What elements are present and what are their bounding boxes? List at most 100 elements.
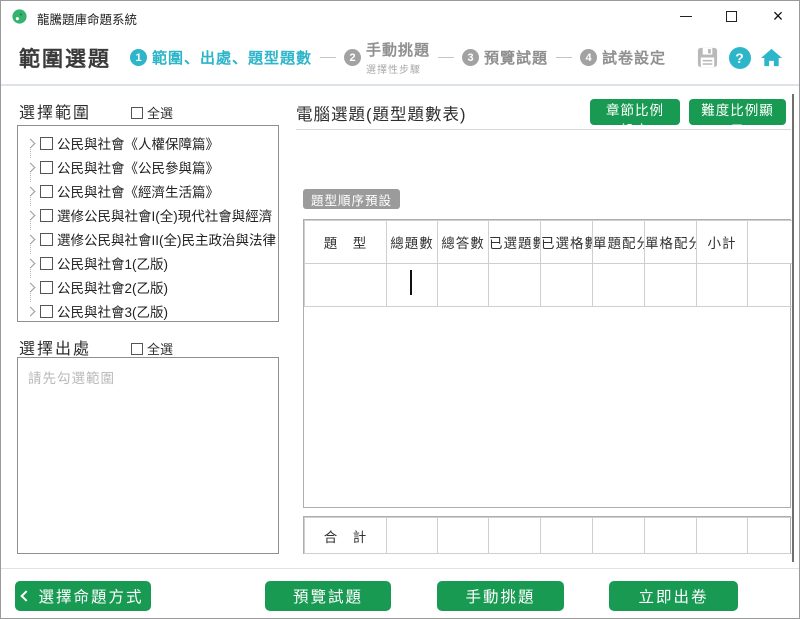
maximize-button[interactable] bbox=[709, 1, 753, 31]
tree-item-checkbox[interactable] bbox=[40, 137, 53, 150]
window-title: 龍騰題庫命題系統 bbox=[37, 9, 137, 28]
cell-question-type[interactable] bbox=[305, 264, 387, 307]
chapter-ratio-button[interactable]: 章節比例設定 bbox=[590, 99, 680, 125]
tree-item-checkbox[interactable] bbox=[40, 209, 53, 222]
col-selected-blanks: 已選格數 bbox=[541, 221, 593, 264]
step-1-label: 範圍、出處、題型題數 bbox=[152, 47, 312, 68]
footer-divider bbox=[1, 568, 799, 569]
step-2-subtitle: 選擇性步驟 bbox=[366, 61, 430, 76]
source-select-all-checkbox[interactable] bbox=[131, 343, 143, 355]
expand-chevron-icon[interactable] bbox=[26, 162, 36, 172]
tree-item-elective-2[interactable]: 選修公民與社會II(全)民主政治與法律 bbox=[25, 227, 278, 251]
tree-item-label: 公民與社會3(乙版) bbox=[57, 301, 168, 321]
step-4-paper-settings: 4 試卷設定 bbox=[580, 47, 666, 68]
tree-item-checkbox[interactable] bbox=[40, 281, 53, 294]
minimize-button[interactable] bbox=[664, 1, 708, 31]
total-label: 合 計 bbox=[305, 518, 387, 554]
save-button[interactable] bbox=[696, 46, 719, 69]
total-row: 合 計 bbox=[305, 518, 793, 554]
step-1-number: 1 bbox=[130, 49, 147, 66]
step-1-range: 1 範圍、出處、題型題數 bbox=[130, 47, 312, 68]
cell-subtotal[interactable] bbox=[697, 264, 748, 307]
manual-pick-button[interactable]: 手動挑題 bbox=[437, 581, 564, 611]
source-select-all[interactable]: 全選 bbox=[131, 339, 173, 358]
expand-chevron-icon[interactable] bbox=[26, 234, 36, 244]
app-window: 龍騰題庫命題系統 × 範圍選題 1 範圍、出處、題型題數 2 手動挑題 選擇性步… bbox=[0, 0, 800, 619]
tree-item-civics-economic-life[interactable]: 公民與社會《經濟生活篇》 bbox=[25, 179, 278, 203]
scrollbar[interactable] bbox=[792, 94, 794, 562]
tree-item-checkbox[interactable] bbox=[40, 257, 53, 270]
cell-extra[interactable] bbox=[748, 264, 793, 307]
expand-chevron-icon[interactable] bbox=[26, 138, 36, 148]
source-select-all-label: 全選 bbox=[147, 339, 173, 358]
tree-item-checkbox[interactable] bbox=[40, 185, 53, 198]
tree-item-checkbox[interactable] bbox=[40, 233, 53, 246]
tree-item-civics-participation[interactable]: 公民與社會《公民參與篇》 bbox=[25, 155, 278, 179]
right-panel-divider bbox=[296, 129, 791, 130]
col-points-per-question: 單題配分 bbox=[593, 221, 645, 264]
expand-chevron-icon[interactable] bbox=[26, 306, 36, 316]
tree-item-elective-1[interactable]: 選修公民與社會I(全)現代社會與經濟 bbox=[25, 203, 278, 227]
back-button-label: 選擇命題方式 bbox=[38, 585, 143, 607]
cell-selected-blanks[interactable] bbox=[541, 264, 593, 307]
step-3-preview: 3 預覽試題 bbox=[462, 47, 548, 68]
step-4-label: 試卷設定 bbox=[602, 47, 666, 68]
header-divider bbox=[1, 84, 799, 86]
tree-item-label: 選修公民與社會II(全)民主政治與法律 bbox=[57, 229, 276, 249]
back-to-method-button[interactable]: 選擇命題方式 bbox=[15, 581, 151, 611]
page-title: 範圍選題 bbox=[19, 43, 111, 73]
tree-item-label: 選修公民與社會I(全)現代社會與經濟 bbox=[57, 205, 272, 225]
generate-paper-button[interactable]: 立即出卷 bbox=[609, 581, 738, 611]
cell-points-per-blank[interactable] bbox=[645, 264, 697, 307]
question-type-table: 題 型 總題數 總答數 已選題數 已選格數 單題配分 單格配分 小計 bbox=[303, 219, 791, 508]
tree-item-label: 公民與社會《人權保障篇》 bbox=[57, 133, 219, 153]
type-order-default-chip[interactable]: 題型順序預設 bbox=[303, 189, 400, 209]
preview-questions-button[interactable]: 預覽試題 bbox=[265, 581, 391, 611]
step-separator bbox=[438, 57, 454, 58]
step-3-number: 3 bbox=[462, 49, 479, 66]
total-cell bbox=[645, 518, 697, 554]
col-points-per-blank: 單格配分 bbox=[645, 221, 697, 264]
save-icon bbox=[696, 46, 719, 69]
cell-total-questions-input[interactable] bbox=[387, 264, 438, 307]
home-button[interactable] bbox=[760, 46, 783, 69]
step-2-label: 手動挑題 bbox=[366, 39, 430, 60]
step-3-label: 預覽試題 bbox=[484, 47, 548, 68]
tree-item-civics-1b[interactable]: 公民與社會1(乙版) bbox=[25, 251, 278, 275]
range-select-all-label: 全選 bbox=[147, 103, 173, 122]
step-2-manual-pick: 2 手動挑題 選擇性步驟 bbox=[344, 39, 430, 76]
tree-item-civics-2b[interactable]: 公民與社會2(乙版) bbox=[25, 275, 278, 299]
range-tree: 公民與社會《人權保障篇》 公民與社會《公民參與篇》 公民與社會《經濟生活篇》 選… bbox=[17, 125, 279, 322]
wizard-steps: 1 範圍、出處、題型題數 2 手動挑題 選擇性步驟 3 預覽試題 4 試卷設定 bbox=[130, 31, 666, 84]
col-subtotal: 小計 bbox=[697, 221, 748, 264]
total-cell bbox=[489, 518, 541, 554]
window-titlebar: 龍騰題庫命題系統 × bbox=[1, 1, 799, 31]
range-select-all-checkbox[interactable] bbox=[131, 107, 143, 119]
total-cell bbox=[697, 518, 748, 554]
tree-item-civics-human-rights[interactable]: 公民與社會《人權保障篇》 bbox=[25, 131, 278, 155]
expand-chevron-icon[interactable] bbox=[26, 282, 36, 292]
app-logo-icon bbox=[11, 8, 28, 25]
tree-item-checkbox[interactable] bbox=[40, 161, 53, 174]
expand-chevron-icon[interactable] bbox=[26, 210, 36, 220]
range-select-all[interactable]: 全選 bbox=[131, 103, 173, 122]
cell-total-answers[interactable] bbox=[438, 264, 489, 307]
tree-item-checkbox[interactable] bbox=[40, 305, 53, 318]
help-button[interactable]: ? bbox=[728, 46, 751, 69]
cell-selected-questions[interactable] bbox=[489, 264, 541, 307]
page-header: 範圍選題 1 範圍、出處、題型題數 2 手動挑題 選擇性步驟 3 預覽試題 bbox=[1, 31, 799, 84]
expand-chevron-icon[interactable] bbox=[26, 186, 36, 196]
tree-item-civics-3b[interactable]: 公民與社會3(乙版) bbox=[25, 299, 278, 322]
tree-item-label: 公民與社會2(乙版) bbox=[57, 277, 168, 297]
text-caret bbox=[410, 270, 412, 295]
cell-points-per-question[interactable] bbox=[593, 264, 645, 307]
close-button[interactable]: × bbox=[756, 1, 800, 31]
total-cell bbox=[438, 518, 489, 554]
step-2-number: 2 bbox=[344, 49, 361, 66]
col-total-questions: 總題數 bbox=[387, 221, 438, 264]
expand-chevron-icon[interactable] bbox=[26, 258, 36, 268]
total-cell bbox=[387, 518, 438, 554]
source-list: 請先勾選範圍 bbox=[17, 357, 279, 554]
difficulty-ratio-button[interactable]: 難度比例顯示 bbox=[689, 99, 786, 125]
step-4-number: 4 bbox=[580, 49, 597, 66]
